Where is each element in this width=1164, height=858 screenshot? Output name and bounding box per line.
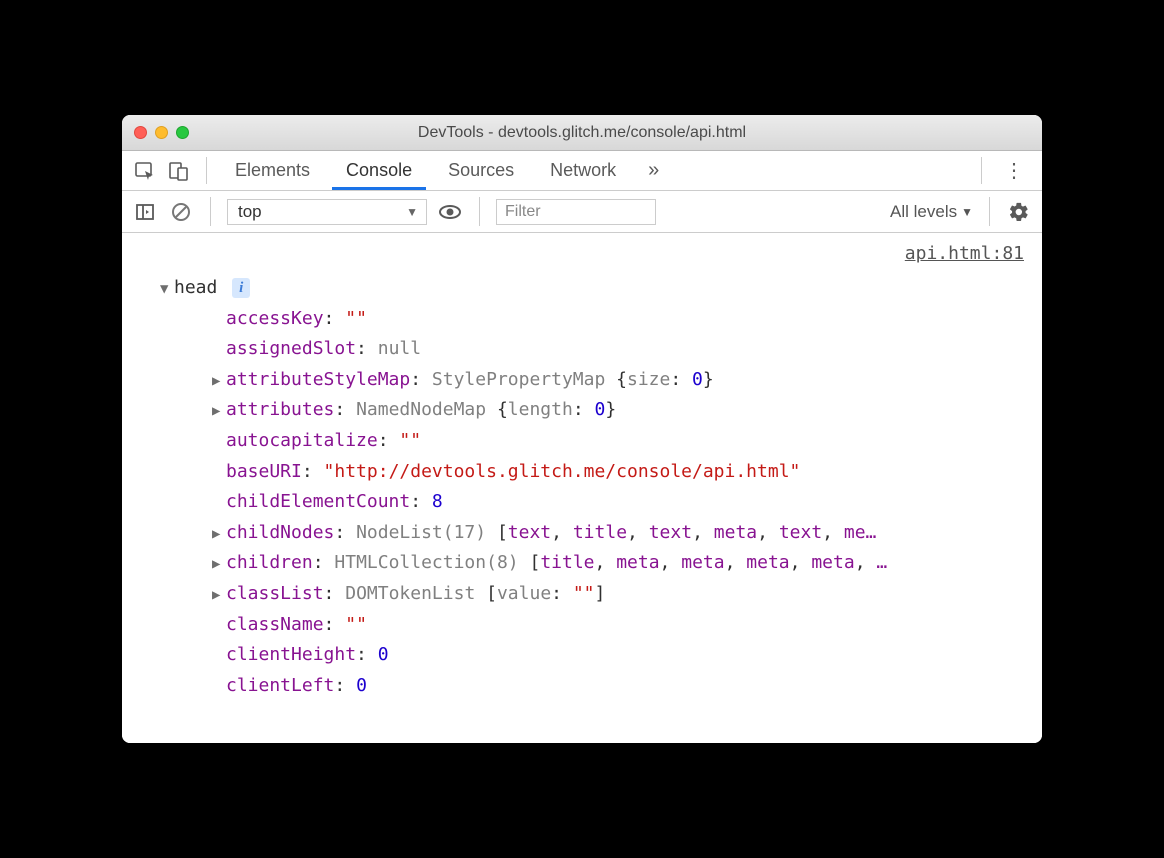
property-row[interactable]: className: "" [134, 610, 1030, 641]
property-value: null [378, 338, 421, 359]
console-settings-icon[interactable] [1006, 199, 1032, 225]
disclosure-triangle-icon[interactable]: ▶ [212, 400, 226, 424]
tab-network[interactable]: Network [536, 151, 630, 190]
property-row[interactable]: ▶children: HTMLCollection(8) [title, met… [134, 548, 1030, 579]
chevron-down-icon: ▼ [406, 205, 418, 219]
property-key: childNodes [226, 522, 334, 543]
property-row[interactable]: clientLeft: 0 [134, 671, 1030, 702]
property-row[interactable]: clientHeight: 0 [134, 640, 1030, 671]
window-title: DevTools - devtools.glitch.me/console/ap… [122, 124, 1042, 142]
log-levels-selector[interactable]: All levels ▼ [890, 202, 973, 222]
device-toolbar-icon[interactable] [166, 158, 192, 184]
source-link[interactable]: api.html:81 [905, 239, 1024, 270]
property-value: 0 [356, 675, 367, 696]
property-key: baseURI [226, 461, 302, 482]
property-value: 0 [378, 644, 389, 665]
property-value: "http://devtools.glitch.me/console/api.h… [324, 461, 801, 482]
minimize-window-button[interactable] [155, 126, 168, 139]
divider [981, 157, 982, 184]
context-value: top [238, 202, 262, 222]
property-row[interactable]: autocapitalize: "" [134, 426, 1030, 457]
disclosure-triangle-icon[interactable]: ▶ [212, 584, 226, 608]
property-row[interactable]: ▶childNodes: NodeList(17) [text, title, … [134, 518, 1030, 549]
divider [989, 197, 990, 226]
property-key: accessKey [226, 308, 324, 329]
property-key: attributes [226, 399, 334, 420]
disclosure-triangle-icon[interactable]: ▶ [212, 523, 226, 547]
console-sidebar-toggle-icon[interactable] [132, 199, 158, 225]
disclosure-triangle-icon[interactable]: ▶ [212, 553, 226, 577]
tab-elements[interactable]: Elements [221, 151, 324, 190]
property-row[interactable]: baseURI: "http://devtools.glitch.me/cons… [134, 457, 1030, 488]
property-key: className [226, 614, 324, 635]
property-value: "" [345, 614, 367, 635]
property-row[interactable]: ▶attributeStyleMap: StylePropertyMap {si… [134, 365, 1030, 396]
divider [479, 197, 480, 226]
property-key: autocapitalize [226, 430, 378, 451]
property-value: "" [345, 308, 367, 329]
property-row[interactable]: childElementCount: 8 [134, 487, 1030, 518]
property-key: assignedSlot [226, 338, 356, 359]
disclosure-triangle-icon[interactable]: ▶ [212, 370, 226, 394]
divider [206, 157, 207, 184]
info-badge-icon[interactable]: i [232, 278, 250, 298]
property-value: "" [399, 430, 421, 451]
tab-console[interactable]: Console [332, 151, 426, 190]
maximize-window-button[interactable] [176, 126, 189, 139]
property-key: clientLeft [226, 675, 334, 696]
disclosure-triangle-open-icon[interactable]: ▼ [160, 278, 174, 302]
property-row[interactable]: ▶attributes: NamedNodeMap {length: 0} [134, 395, 1030, 426]
divider [210, 197, 211, 226]
traffic-lights [134, 126, 189, 139]
chevron-down-icon: ▼ [961, 205, 973, 219]
property-row[interactable]: assignedSlot: null [134, 334, 1030, 365]
property-key: attributeStyleMap [226, 369, 410, 390]
devtools-window: DevTools - devtools.glitch.me/console/ap… [122, 115, 1042, 743]
close-window-button[interactable] [134, 126, 147, 139]
property-key: childElementCount [226, 491, 410, 512]
property-value: 8 [432, 491, 443, 512]
property-key: children [226, 552, 313, 573]
tabs-overflow-button[interactable]: » [638, 159, 669, 182]
property-row[interactable]: accessKey: "" [134, 304, 1030, 335]
console-output[interactable]: api.html:81 ▼head i accessKey: ""assigne… [122, 233, 1042, 743]
clear-console-icon[interactable] [168, 199, 194, 225]
inspect-element-icon[interactable] [132, 158, 158, 184]
levels-label: All levels [890, 202, 957, 222]
execution-context-selector[interactable]: top ▼ [227, 199, 427, 225]
object-header-row[interactable]: ▼head i [134, 273, 1030, 304]
property-key: clientHeight [226, 644, 356, 665]
object-properties: accessKey: ""assignedSlot: null▶attribut… [134, 304, 1030, 702]
titlebar: DevTools - devtools.glitch.me/console/ap… [122, 115, 1042, 151]
console-toolbar: top ▼ All levels ▼ [122, 191, 1042, 233]
filter-input[interactable] [496, 199, 656, 225]
live-expression-icon[interactable] [437, 199, 463, 225]
object-root: ▼head i accessKey: ""assignedSlot: null▶… [134, 273, 1030, 701]
devtools-tabbar: Elements Console Sources Network » ⋮ [122, 151, 1042, 191]
more-options-icon[interactable]: ⋮ [996, 158, 1032, 183]
object-name: head [174, 277, 217, 298]
property-key: classList [226, 583, 324, 604]
property-row[interactable]: ▶classList: DOMTokenList [value: ""] [134, 579, 1030, 610]
tab-sources[interactable]: Sources [434, 151, 528, 190]
